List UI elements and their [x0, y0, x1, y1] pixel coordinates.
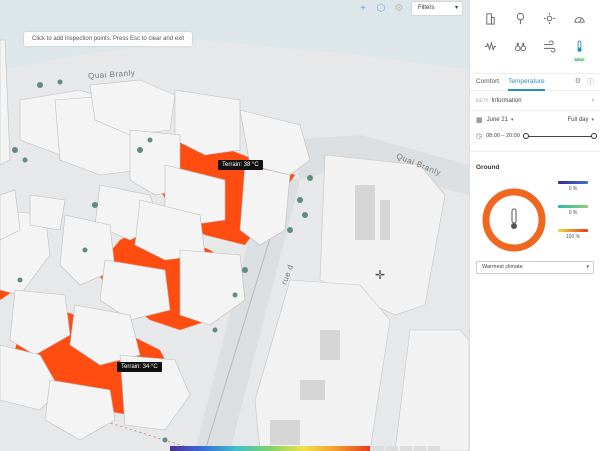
city-3d-scene[interactable] [0, 0, 469, 451]
filters-dropdown[interactable]: Filters ▾ [411, 1, 463, 16]
temperature-scale-bar [170, 446, 370, 451]
legend-cold-value: 0 % [568, 186, 578, 192]
date-row: ▦ June 21 ▾ Full day ▾ [470, 111, 600, 129]
legend-hot: 100 % [558, 229, 588, 240]
legend-hot-value: 100 % [565, 234, 581, 240]
map-viewport[interactable]: Quai Branly Quai Branly rue d Click to a… [0, 0, 469, 451]
period-select[interactable]: Full day ▾ [567, 117, 594, 123]
legend-mild: 0 % [558, 205, 588, 216]
date-select[interactable]: June 21 ▾ [487, 117, 514, 123]
cube-icon[interactable]: ⬡ [375, 3, 387, 15]
trees-icon[interactable] [506, 9, 536, 27]
map-toolbar: + ⬡ ⚙ Filters ▾ [357, 0, 463, 17]
chevron-right-icon: › [591, 97, 594, 104]
thermometer-icon [511, 208, 517, 229]
donut-hot-segment [482, 188, 546, 252]
filters-label: Filters [418, 5, 435, 11]
noise-icon[interactable] [476, 37, 506, 55]
thermometer-icon[interactable]: NEW [565, 37, 595, 62]
legend-cold-bar [558, 181, 588, 184]
legend-mild-bar [558, 205, 588, 208]
date-label: June 21 [486, 117, 508, 123]
binoculars-icon[interactable] [506, 37, 536, 55]
terrain-tooltip-north: Terrain: 38 °C [218, 160, 263, 170]
time-row: ◷ 08:00 – 20:00 [470, 129, 600, 143]
wind-icon[interactable] [535, 37, 565, 55]
legend-cold: 0 % [558, 181, 588, 192]
information-row[interactable]: EETh Information › [470, 91, 600, 111]
tab-temperature[interactable]: Temperature [508, 73, 545, 91]
terrain-tooltip-south: Terrain: 34 °C [117, 362, 162, 372]
time-range-slider[interactable] [522, 132, 597, 140]
chevron-down-icon: ▾ [510, 117, 514, 123]
chevron-down-icon: ▾ [586, 264, 589, 270]
slider-handle-end[interactable] [591, 133, 597, 139]
new-badge: NEW [572, 57, 586, 62]
ground-donut-chart [482, 188, 546, 252]
calendar-icon: ▦ [476, 117, 483, 124]
information-label: Information [491, 97, 522, 104]
settings-icon[interactable]: ⚙ [575, 77, 581, 87]
legend-hot-bar [558, 229, 588, 232]
inspection-hint: Click to add inspection points. Press Es… [24, 32, 193, 46]
scale-blocks [372, 446, 440, 451]
time-range: 08:00 – 20:00 [486, 133, 520, 139]
sun-icon[interactable] [535, 9, 565, 27]
slider-handle-start[interactable] [522, 133, 529, 139]
layers-icon[interactable]: ⚙ [393, 3, 405, 15]
analysis-panel: NEW Comfort Temperature ⚙ ⓘ EETh Informa… [469, 0, 600, 451]
climate-select-value: Warmest climate [482, 264, 523, 270]
section-title-ground: Ground [470, 151, 600, 175]
tab-comfort[interactable]: Comfort [476, 73, 499, 91]
ground-summary: 0 % 0 % 100 % [470, 175, 600, 259]
crosshair-cursor-icon: ✛ [375, 268, 386, 282]
period-label: Full day [567, 117, 589, 123]
slider-track [525, 135, 594, 137]
clock-icon: ◷ [476, 133, 483, 140]
information-prefix: EETh [476, 97, 489, 104]
help-icon[interactable]: ⓘ [587, 77, 594, 87]
analysis-icon-grid: NEW [470, 0, 600, 62]
legend-mild-value: 0 % [568, 210, 578, 216]
chevron-down-icon: ▾ [454, 5, 458, 11]
chevron-down-icon: ▾ [591, 117, 594, 123]
panel-tabs: Comfort Temperature ⚙ ⓘ [470, 73, 600, 91]
sky-view-icon[interactable] [565, 9, 595, 27]
crosshair-icon[interactable]: + [357, 3, 369, 15]
buildings-icon[interactable] [476, 9, 506, 27]
climate-select[interactable]: Warmest climate ▾ [476, 261, 594, 274]
